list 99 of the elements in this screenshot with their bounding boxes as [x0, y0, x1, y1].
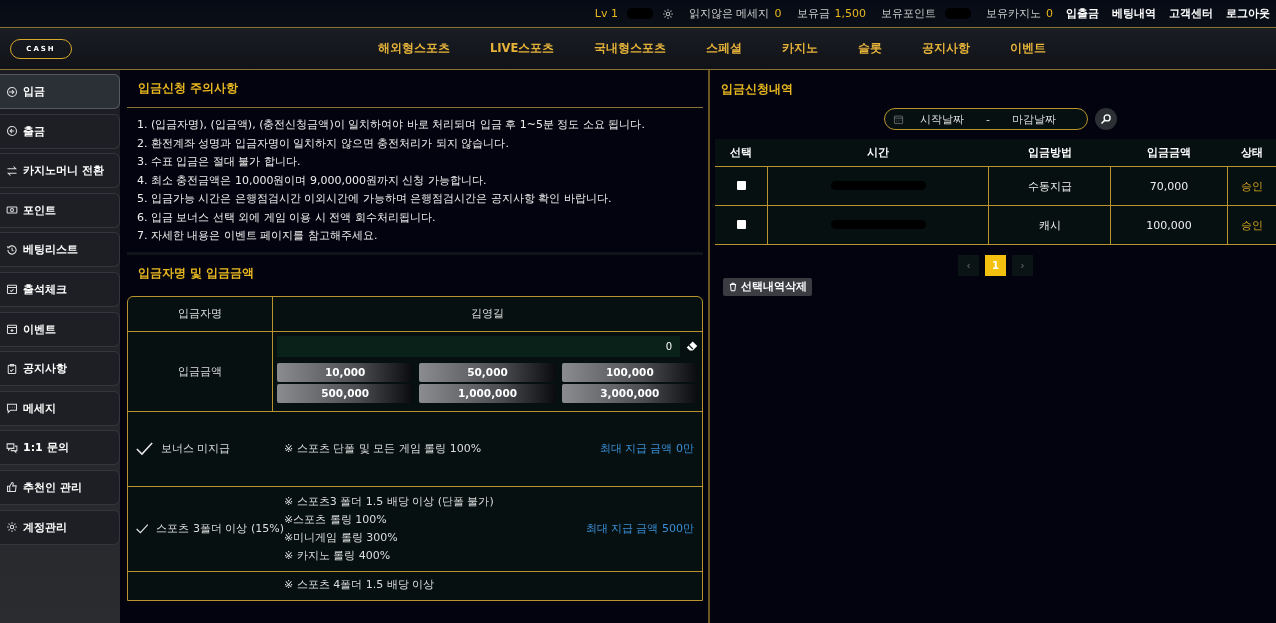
quick-amount-button[interactable]: 100,000	[561, 362, 698, 382]
quick-amount-button[interactable]: 3,000,000	[561, 383, 698, 403]
bonus-condition: ※미니게임 롤링 300%	[284, 529, 399, 546]
column-header: 상태	[1227, 139, 1276, 167]
sidebar-item[interactable]: 출석체크	[0, 271, 120, 307]
sidebar-item[interactable]: 이벤트	[0, 311, 120, 347]
notice-line: 6. 입금 보너스 선택 외에 게임 이용 시 전액 회수처리됩니다.	[137, 210, 437, 225]
notice-line: 7. 자세한 내용은 이벤트 페이지를 참고해주세요.	[137, 229, 379, 244]
nav-menu-item[interactable]: 슬롯	[838, 41, 903, 56]
notice-line: 4. 최소 충전금액은 10,000원이며 9,000,000원까지 신청 가능합니다.	[137, 173, 488, 188]
clipboard-icon	[6, 362, 18, 375]
trash-icon	[728, 282, 738, 292]
eraser-icon[interactable]	[686, 340, 698, 352]
bonus-label: 보너스 미지급	[161, 441, 231, 456]
quick-amount-button[interactable]: 50,000	[419, 362, 556, 382]
table-cell: 캐시	[988, 205, 1111, 245]
delete-selected-button[interactable]: 선택내역삭제	[723, 278, 812, 296]
top-link[interactable]: 고객센터	[1169, 6, 1213, 21]
stat-label: 읽지않은 메세지	[689, 6, 770, 21]
stat-value: 1,500	[834, 7, 866, 20]
section-title: 입금자명 및 입금금액	[137, 264, 256, 282]
table-cell: 수동지급	[988, 166, 1111, 206]
bonus-option[interactable]: ※ 스포츠 4폴더 1.5 배당 이상	[128, 571, 702, 600]
bonus-condition: ※스포츠 롤링 100%	[284, 511, 388, 528]
level-label: Lv 1	[594, 7, 618, 20]
max-payout-text: 최대 지급 금액 0만	[599, 441, 694, 456]
table-cell: 100,000	[1110, 205, 1228, 245]
banknote-icon	[6, 204, 18, 217]
previous-page-button[interactable]: ‹	[958, 255, 979, 276]
notice-line: 3. 수표 입금은 절대 불가 합니다.	[137, 155, 302, 170]
nav-menu-item[interactable]: 스페셜	[686, 41, 763, 56]
arrow-circle-icon	[6, 125, 18, 138]
top-link[interactable]: 베팅내역	[1112, 6, 1156, 21]
nav-menu-item[interactable]: 공지사항	[902, 41, 991, 56]
nav-menu-item[interactable]: 국내형스포츠	[574, 41, 687, 56]
search-icon	[1100, 113, 1112, 125]
sidebar-item[interactable]: 출금	[0, 113, 120, 149]
sidebar-item[interactable]: 1:1 문의	[0, 430, 120, 466]
notice-line: 1. (입금자명), (입금액), (충전신청금액)이 일치하여야 바로 처리되며 입금 후 1~5분 정도 소요 됩니다.	[137, 118, 646, 133]
history-icon	[6, 243, 18, 256]
logout-link[interactable]: 로그아웃	[1226, 6, 1270, 21]
search-button[interactable]	[1095, 108, 1117, 130]
nav-menu-item[interactable]: 해외형스포츠	[358, 41, 470, 56]
chat-icon	[6, 402, 18, 415]
status-text: 승인	[1227, 166, 1276, 206]
bonus-condition: ※ 스포츠 4폴더 1.5 배당 이상	[284, 576, 436, 593]
status-text: 승인	[1227, 205, 1276, 245]
nav-menu-item[interactable]: 카지노	[762, 41, 839, 56]
next-page-button[interactable]: ›	[1012, 255, 1033, 276]
stat-label: 보유카지노	[986, 6, 1041, 21]
settings-icon	[6, 521, 18, 534]
stat-value: 0	[1046, 7, 1053, 20]
thumbs-up-icon	[6, 481, 18, 494]
stat-value: 0	[774, 7, 782, 20]
quick-amount-button[interactable]: 1,000,000	[419, 383, 556, 403]
form-label: 입금금액	[128, 331, 273, 411]
nav-menu-item[interactable]: LIVE스포츠	[470, 41, 575, 56]
calendar-icon	[6, 323, 18, 336]
sidebar-item[interactable]: 입금	[0, 74, 120, 109]
depositor-name: 김영길	[470, 306, 505, 322]
notice-line: 5. 입금가능 시간은 은행점검시간 이외시간에 가능하며 은행점검시간은 공지사항 확인 바랍니다.	[137, 192, 613, 207]
stat-label: 보유금	[796, 6, 830, 21]
section-title: 입금신청 주의사항	[127, 70, 703, 108]
quick-amount-button[interactable]: 10,000	[277, 362, 414, 382]
calendar-icon	[893, 113, 904, 125]
section-title: 입금신청내역	[720, 80, 794, 98]
column-header: 시간	[767, 139, 989, 167]
max-payout-text: 최대 지급 금액 500만	[585, 521, 694, 536]
row-checkbox[interactable]	[736, 219, 746, 229]
sidebar-item[interactable]: 추천인 관리	[0, 469, 120, 505]
sidebar-item[interactable]: 공지사항	[0, 351, 120, 387]
column-header: 입금금액	[1110, 139, 1228, 167]
arrow-circle-icon	[6, 85, 18, 98]
sidebar-item[interactable]: 메세지	[0, 390, 120, 426]
date-range-field[interactable]: 시작날짜 - 마감날짜	[884, 108, 1088, 130]
amount-input[interactable]: 0	[277, 335, 680, 357]
column-header: 입금방법	[988, 139, 1111, 167]
sidebar-item[interactable]: 계정관리	[0, 509, 120, 545]
nav-menu-item[interactable]: 이벤트	[990, 41, 1067, 56]
bonus-label: 스포츠 3폴더 이상 (15%)	[156, 521, 284, 536]
column-header: 선택	[715, 139, 768, 167]
swap-arrows-icon	[6, 164, 18, 177]
calendar-check-icon	[6, 283, 18, 296]
sidebar-item[interactable]: 베팅리스트	[0, 232, 120, 268]
bonus-condition: ※ 카지노 롤링 400%	[284, 547, 392, 564]
bonus-option[interactable]: 보너스 미지급 ※ 스포츠 단폴 및 모든 게임 롤링 100% 최대 지급 금액 0만	[128, 411, 702, 487]
stat-label: 보유포인트	[881, 6, 936, 21]
table-cell: 70,000	[1110, 166, 1228, 206]
sidebar-item[interactable]: 포인트	[0, 192, 120, 228]
bonus-condition: ※ 스포츠 단폴 및 모든 게임 롤링 100%	[284, 440, 483, 457]
row-checkbox[interactable]	[736, 180, 746, 190]
chat-bubbles-icon	[6, 441, 18, 454]
settings-icon[interactable]	[662, 7, 674, 20]
bonus-condition: ※ 스포츠3 폴더 1.5 배당 이상 (단폴 불가)	[284, 493, 495, 510]
top-link[interactable]: 입출금	[1066, 6, 1099, 21]
quick-amount-button[interactable]: 500,000	[277, 383, 414, 403]
sidebar-item[interactable]: 카지노머니 전환	[0, 153, 120, 189]
form-label: 입금자명	[128, 296, 273, 331]
notice-line: 2. 환전계좌 성명과 입금자명이 일치하지 않으면 충전처리가 되지 않습니다.	[137, 136, 510, 151]
